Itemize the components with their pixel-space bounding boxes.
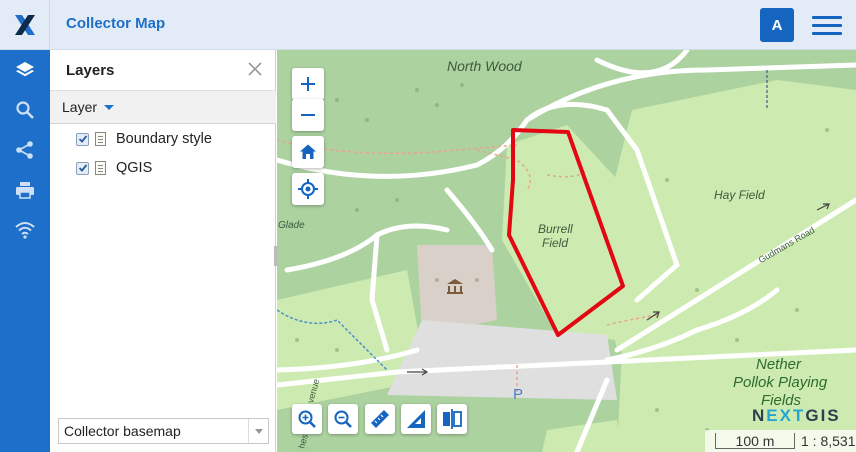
measure-distance-button[interactable] — [365, 404, 395, 434]
user-avatar[interactable]: A — [760, 8, 794, 42]
close-icon[interactable] — [247, 61, 263, 77]
home-button[interactable] — [292, 136, 324, 168]
layer-name: Boundary style — [116, 131, 212, 147]
swipe-icon — [443, 409, 462, 429]
map-label-nether-2: Pollok Playing — [733, 374, 828, 391]
nextgis-x-icon[interactable] — [0, 0, 50, 50]
chevron-down-icon — [248, 419, 268, 443]
map-label-hay-field: Hay Field — [714, 188, 765, 202]
layers-icon[interactable] — [0, 50, 50, 90]
brand-mid: EXT — [766, 406, 806, 425]
map-label-nether-1: Nether — [756, 356, 802, 373]
layer-name: QGIS — [116, 160, 153, 176]
scale-line: 100 m 1 : 8,531 — [705, 430, 856, 452]
wifi-icon[interactable] — [0, 210, 50, 250]
zoom-in-box-button[interactable] — [292, 404, 322, 434]
search-icon[interactable] — [0, 90, 50, 130]
layer-dropdown[interactable]: Layer — [50, 90, 276, 124]
nextgis-logo: NEXTGIS — [752, 406, 841, 426]
zoom-in-magnifier-icon — [298, 410, 316, 428]
scale-bar: 100 m — [715, 433, 795, 449]
area-ruler-icon — [407, 410, 425, 428]
chevron-down-icon — [104, 104, 115, 110]
ruler-icon — [371, 410, 389, 428]
basemap-select-value: Collector basemap — [64, 423, 181, 439]
minus-icon — [301, 114, 315, 116]
zoom-out-button[interactable] — [292, 99, 324, 131]
locate-icon — [298, 179, 318, 199]
swipe-button[interactable] — [437, 404, 467, 434]
brand-suffix: GIS — [805, 406, 841, 425]
app-header: Collector Map A — [0, 0, 856, 50]
zoom-out-magnifier-icon — [334, 410, 352, 428]
map-label-glade: Glade — [278, 220, 305, 231]
map-label-north-wood: North Wood — [447, 58, 522, 74]
home-icon — [300, 144, 316, 159]
left-toolbar — [0, 50, 50, 452]
panel-title: Layers — [66, 61, 115, 79]
map-view[interactable]: North Wood Hay Field Burrell Field Glade… — [277, 50, 856, 452]
locate-button[interactable] — [292, 173, 324, 205]
print-icon[interactable] — [0, 170, 50, 210]
layer-item[interactable]: QGIS — [76, 157, 152, 179]
brand-prefix: N — [752, 406, 767, 425]
app-title: Collector Map — [66, 15, 166, 32]
zoom-in-button[interactable] — [292, 68, 324, 100]
plus-icon — [301, 77, 315, 91]
measure-area-button[interactable] — [401, 404, 431, 434]
basemap-select[interactable]: Collector basemap — [58, 418, 269, 444]
zoom-out-box-button[interactable] — [328, 404, 358, 434]
layer-checkbox[interactable] — [76, 161, 89, 175]
layers-panel: Layers Layer Boundary style QGIS Collect… — [50, 50, 276, 452]
map-label-burrell-2: Field — [542, 236, 569, 250]
scale-ratio: 1 : 8,531 — [801, 433, 856, 449]
hamburger-icon[interactable] — [812, 13, 842, 37]
map-label-burrell-1: Burrell — [538, 222, 573, 236]
document-icon — [95, 161, 106, 175]
share-icon[interactable] — [0, 130, 50, 170]
layer-checkbox[interactable] — [76, 132, 89, 146]
scale-label: 100 m — [735, 432, 775, 449]
layer-dropdown-label: Layer — [62, 99, 98, 115]
layer-item[interactable]: Boundary style — [76, 128, 212, 150]
document-icon — [95, 132, 106, 146]
parking-label: P — [513, 386, 524, 403]
